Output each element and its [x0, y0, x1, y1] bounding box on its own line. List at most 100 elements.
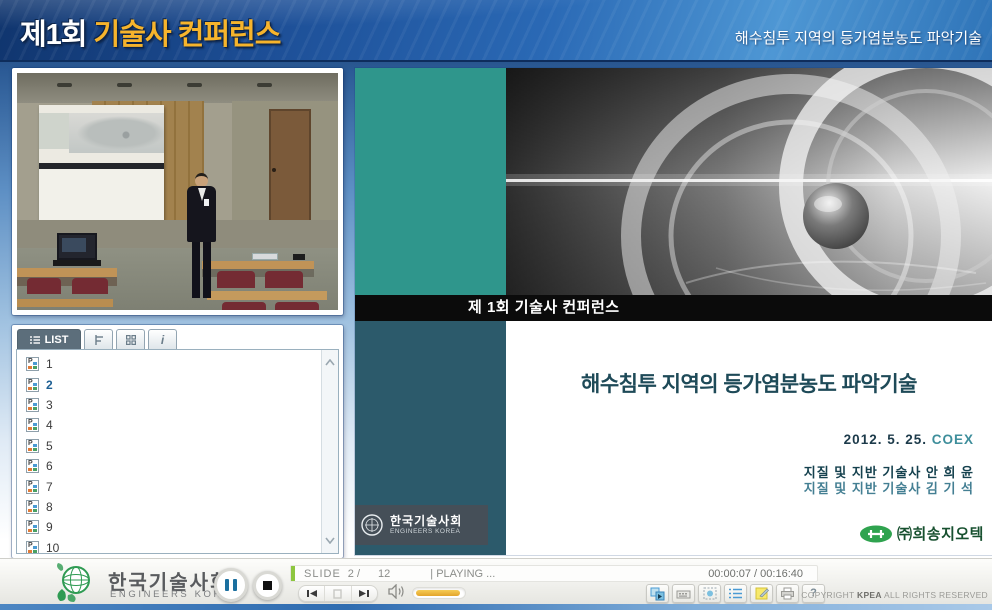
- org-seal-icon: [360, 513, 384, 537]
- chair: [27, 278, 61, 294]
- slide-list: 1 2 3 4 5 6 7 8 9 10: [16, 349, 339, 554]
- slide-banner: 제 1회 기술사 컨퍼런스: [355, 295, 992, 321]
- slide-file-icon: [26, 541, 39, 554]
- status-accent: [291, 566, 295, 581]
- swap-view-icon: [650, 587, 665, 601]
- ceiling-light: [187, 83, 202, 87]
- tab-list-label: LIST: [45, 334, 69, 346]
- video-panel: [12, 68, 343, 315]
- list-item[interactable]: 10: [17, 538, 338, 554]
- company-name: ㈜희송지오텍: [897, 523, 984, 544]
- tree-icon: [94, 335, 104, 345]
- speaker-icon[interactable]: [388, 584, 406, 599]
- memo-button[interactable]: [750, 584, 773, 603]
- list-item[interactable]: 8: [17, 497, 338, 517]
- table-outlet: [252, 253, 278, 260]
- lecture-subtitle: 해수침투 지역의 등가염분농도 파악기술: [735, 27, 982, 48]
- table-right: [202, 261, 314, 269]
- capture-icon: [703, 587, 717, 600]
- pause-icon: [225, 579, 229, 591]
- slide-label: SLIDE: [304, 568, 341, 580]
- slide-file-icon: [26, 418, 39, 432]
- slide-org-en: ENGINEERS KOREA: [390, 528, 462, 535]
- list-item[interactable]: 4: [17, 415, 338, 435]
- stop-button[interactable]: [253, 571, 282, 600]
- stop-icon: [263, 581, 272, 590]
- slide-file-icon: [26, 480, 39, 494]
- table-left: [17, 268, 117, 277]
- list-item[interactable]: 1: [17, 354, 338, 374]
- prev-slide-button[interactable]: [299, 586, 324, 601]
- room-ceiling: [17, 73, 338, 103]
- volume-slider[interactable]: [412, 587, 466, 599]
- page-title: 제1회 기술사 컨퍼런스: [20, 11, 280, 53]
- tab-thumbnails[interactable]: [116, 329, 145, 349]
- page-title-main: 기술사 컨퍼런스: [87, 19, 281, 51]
- tab-list[interactable]: LIST: [17, 329, 81, 349]
- slide-file-icon: [26, 378, 39, 392]
- slide-position: 2 /: [348, 568, 360, 580]
- current-slide-button[interactable]: [324, 586, 350, 601]
- chair: [72, 278, 108, 294]
- print-button[interactable]: [776, 584, 799, 603]
- playback-status: | PLAYING ...: [430, 568, 495, 580]
- slide-org-logo: 한국기술사회 ENGINEERS KOREA: [355, 505, 488, 545]
- slide-venue: COEX: [927, 432, 974, 447]
- chair: [265, 271, 303, 288]
- slide-author-secondary: 지질 및 지반 기술사 김 기 석: [804, 478, 974, 497]
- chair: [222, 302, 266, 310]
- slide-teal-block: [355, 68, 506, 295]
- slide-file-icon: [26, 398, 39, 412]
- list-scrollbar[interactable]: [321, 350, 338, 553]
- screen-slide-block: [39, 113, 69, 149]
- org-emblem-icon: [52, 561, 96, 603]
- tool-icon-row: ?: [646, 584, 825, 603]
- info-icon: i: [161, 334, 164, 346]
- slide-cover-art: [506, 68, 992, 295]
- volume-level: [416, 590, 460, 596]
- list-item[interactable]: 9: [17, 517, 338, 537]
- view-mode-button[interactable]: [646, 584, 669, 603]
- laptop: [57, 233, 97, 260]
- ceiling-light: [117, 83, 132, 87]
- pause-button[interactable]: [214, 568, 248, 602]
- next-slide-button[interactable]: [351, 586, 377, 601]
- list-item[interactable]: 7: [17, 476, 338, 496]
- door-knob: [272, 168, 276, 172]
- tab-outline[interactable]: [84, 329, 113, 349]
- presenter-head: [195, 173, 208, 187]
- list-lines-icon: [729, 588, 742, 599]
- slide-company-logo: ㈜희송지오텍: [858, 523, 984, 544]
- presenter-badge: [204, 199, 209, 206]
- screen-slide-body: [39, 169, 164, 220]
- slide-file-icon: [26, 459, 39, 473]
- slide-viewer: 제 1회 기술사 컨퍼런스 한국기술사회 ENGINEERS KOREA 해수침…: [355, 68, 992, 555]
- grid-icon: [126, 335, 136, 345]
- slide-page-icon: [333, 589, 342, 599]
- memo-icon: [755, 587, 769, 600]
- printer-icon: [780, 587, 795, 600]
- list-item[interactable]: 3: [17, 395, 338, 415]
- list-icon: [30, 336, 40, 344]
- chair: [217, 271, 255, 288]
- list-item[interactable]: 6: [17, 456, 338, 476]
- index-button[interactable]: [724, 584, 747, 603]
- slide-list-panel: LIST i 1 2 3 4 5 6 7 8 9 10: [12, 325, 343, 558]
- lecture-video[interactable]: [17, 73, 338, 310]
- scroll-up-icon[interactable]: [325, 359, 335, 366]
- list-item[interactable]: 5: [17, 436, 338, 456]
- keyboard-button[interactable]: [672, 584, 695, 603]
- capture-button[interactable]: [698, 584, 721, 603]
- slide-file-icon: [26, 439, 39, 453]
- list-tab-bar: LIST i: [17, 329, 339, 349]
- next-icon: [358, 589, 370, 598]
- tab-info[interactable]: i: [148, 329, 177, 349]
- list-item-selected[interactable]: 2: [17, 374, 338, 394]
- player-footer: 한국기술사회 ENGINEERS KOREA SLIDE 2 / 12 | PL…: [0, 558, 992, 604]
- ceiling-light: [57, 83, 72, 87]
- projector-screen: [39, 105, 164, 220]
- slide-date: 2012. 5. 25. COEX: [844, 432, 974, 447]
- scroll-down-icon[interactable]: [325, 537, 335, 544]
- screen-slide-art: [69, 113, 164, 153]
- slide-org-kr: 한국기술사회: [390, 515, 462, 528]
